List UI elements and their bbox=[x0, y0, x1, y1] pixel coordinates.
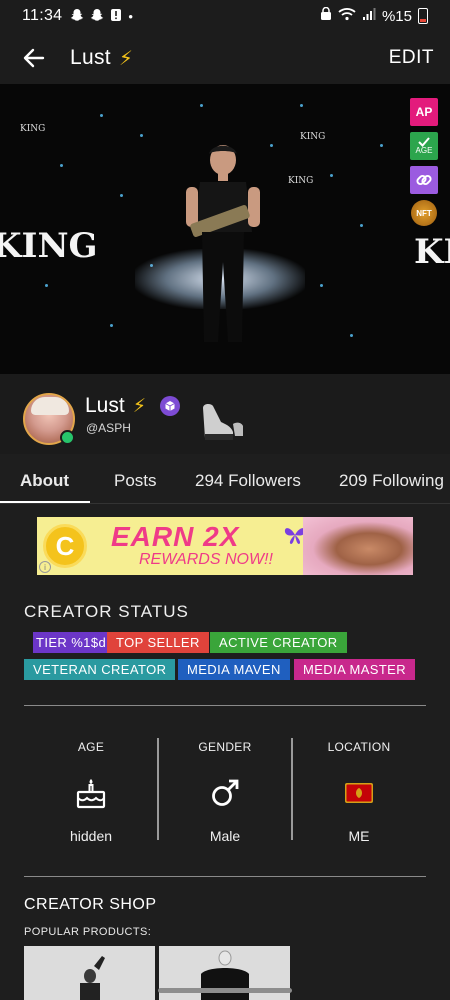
age-badge-label: AGE bbox=[415, 146, 433, 155]
profile-cover-image: KING KING KING KING KING AP AGE NFT bbox=[0, 84, 450, 374]
promo-model-image bbox=[303, 517, 413, 575]
arrow-left-icon bbox=[23, 48, 45, 68]
promo-banner[interactable]: C EARN 2X REWARDS NOW!! i bbox=[37, 517, 413, 575]
alert-icon bbox=[110, 8, 122, 24]
top-seller-chip: TOP SELLER bbox=[107, 632, 209, 653]
status-bar: 11:34 • %15 bbox=[0, 0, 450, 32]
king-logo-small: KING bbox=[300, 132, 326, 142]
ap-badge[interactable]: AP bbox=[410, 98, 438, 126]
dot-indicator: • bbox=[128, 8, 133, 24]
credits-coin-icon: C bbox=[43, 524, 87, 568]
profile-name-row: Lust ⚡ bbox=[85, 394, 181, 418]
popular-products-label: POPULAR PRODUCTS: bbox=[24, 926, 152, 938]
location-info: LOCATION ME bbox=[292, 738, 426, 844]
battery-icon bbox=[418, 8, 428, 24]
creator-shop-title: CREATOR SHOP bbox=[24, 896, 157, 913]
snapchat-icon bbox=[70, 8, 84, 24]
promo-headline: EARN 2X bbox=[111, 521, 240, 552]
king-logo-small: KING bbox=[20, 124, 46, 134]
profile-handle: @ASPH bbox=[86, 421, 131, 435]
active-creator-chip: ACTIVE CREATOR bbox=[210, 632, 347, 653]
link-icon bbox=[416, 174, 432, 186]
tier-chip: TIER %1$d bbox=[33, 632, 110, 653]
location-label: LOCATION bbox=[327, 740, 391, 754]
home-indicator[interactable] bbox=[158, 988, 292, 993]
wifi-icon bbox=[338, 7, 356, 25]
link-badge[interactable] bbox=[410, 166, 438, 194]
app-bar: Lust ⚡ EDIT bbox=[0, 32, 450, 84]
gender-label: GENDER bbox=[198, 740, 252, 754]
king-logo-small: KING bbox=[288, 176, 314, 186]
online-status-indicator bbox=[60, 430, 75, 445]
notification-icons: • bbox=[70, 8, 133, 24]
avatar-figure bbox=[186, 145, 260, 342]
location-value: ME bbox=[348, 828, 370, 844]
signal-icon bbox=[362, 7, 376, 25]
tab-posts[interactable]: Posts bbox=[114, 471, 157, 491]
media-master-chip: MEDIA MASTER bbox=[294, 659, 416, 680]
divider bbox=[24, 876, 426, 877]
gender-value: Male bbox=[209, 828, 241, 844]
tab-following[interactable]: 209 Following bbox=[339, 471, 444, 491]
tab-followers[interactable]: 294 Followers bbox=[195, 471, 301, 491]
profile-badges: AP AGE NFT bbox=[410, 98, 438, 226]
lightning-emoji: ⚡ bbox=[118, 47, 133, 70]
sneaker-decoration-icon bbox=[203, 403, 243, 440]
product-thumbnail[interactable] bbox=[24, 946, 155, 1000]
vip-cube-badge-icon[interactable] bbox=[160, 396, 181, 416]
age-value: hidden bbox=[69, 828, 113, 844]
male-symbol-icon bbox=[212, 779, 239, 806]
profile-tabs: About Posts 294 Followers 209 Following bbox=[0, 454, 450, 504]
divider bbox=[24, 705, 426, 706]
status-time: 11:34 bbox=[22, 7, 63, 24]
lightning-emoji: ⚡ bbox=[132, 395, 147, 417]
ad-info-icon[interactable]: i bbox=[39, 561, 51, 573]
back-button[interactable] bbox=[14, 38, 54, 78]
age-label: AGE bbox=[77, 740, 105, 754]
age-verified-badge[interactable]: AGE bbox=[410, 132, 438, 160]
creator-status-title: CREATOR STATUS bbox=[24, 602, 189, 621]
vpn-icon bbox=[320, 6, 332, 25]
veteran-creator-chip: VETERAN CREATOR bbox=[24, 659, 176, 680]
king-logo-right: KING bbox=[414, 232, 450, 272]
snapchat-icon bbox=[90, 8, 104, 24]
edit-button[interactable]: EDIT bbox=[389, 47, 434, 69]
tab-about[interactable]: About bbox=[20, 471, 69, 491]
promo-subline: REWARDS NOW!! bbox=[139, 551, 273, 568]
active-tab-indicator bbox=[0, 501, 90, 503]
profile-name: Lust bbox=[85, 394, 125, 417]
age-info: AGE hidden bbox=[24, 738, 158, 844]
king-logo-left: KING bbox=[0, 226, 98, 266]
battery-percent: %15 bbox=[381, 7, 412, 25]
montenegro-flag-icon bbox=[345, 783, 373, 803]
nft-badge[interactable]: NFT bbox=[411, 200, 437, 226]
profile-header: Lust ⚡ @ASPH bbox=[0, 374, 450, 454]
page-title: Lust bbox=[70, 46, 111, 69]
media-maven-chip: MEDIA MAVEN bbox=[178, 659, 290, 680]
gender-info: GENDER Male bbox=[158, 738, 292, 844]
cake-icon bbox=[76, 779, 106, 809]
